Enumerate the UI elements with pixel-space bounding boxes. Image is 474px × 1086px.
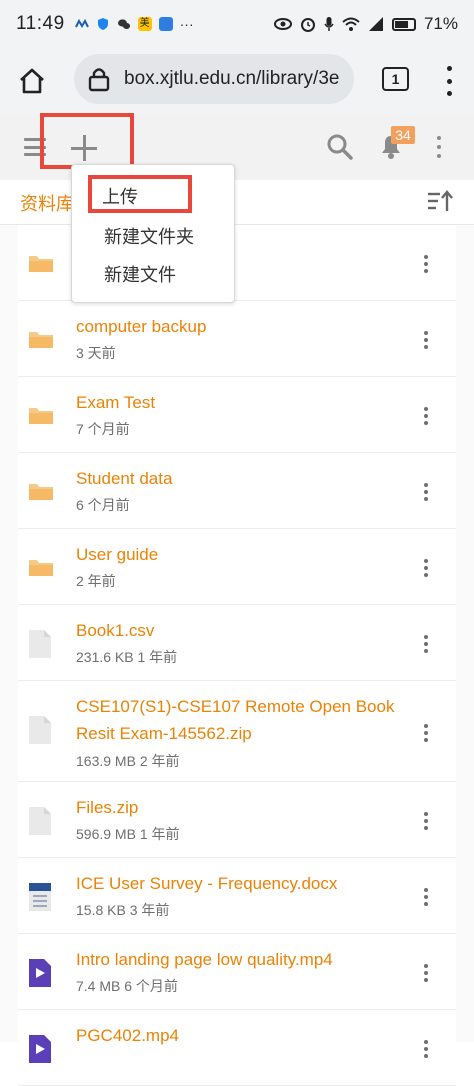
meituan-icon: 美 bbox=[137, 17, 152, 31]
file-meta: 163.9 MB 2 年前 bbox=[76, 753, 180, 769]
browser-toolbar: box.xjtlu.edu.cn/library/3e 1 bbox=[0, 48, 474, 114]
sort-icon[interactable] bbox=[427, 190, 453, 214]
signal-icon bbox=[368, 17, 383, 31]
file-icon bbox=[28, 629, 52, 664]
file-row[interactable]: User guide 2 年前 bbox=[18, 529, 456, 605]
notification-badge: 34 bbox=[391, 126, 415, 144]
wifi-icon bbox=[342, 17, 360, 31]
file-more-icon[interactable] bbox=[423, 331, 429, 349]
wechat-icon bbox=[117, 19, 130, 29]
file-name[interactable]: CSE107(S1)-CSE107 Remote Open Book Resit… bbox=[76, 693, 426, 747]
file-more-icon[interactable] bbox=[423, 888, 429, 906]
alarm-icon bbox=[300, 18, 315, 32]
file-row[interactable]: Intro landing page low quality.mp4 7.4 MB… bbox=[18, 934, 456, 1010]
file-row[interactable]: computer backup 3 天前 bbox=[18, 301, 456, 377]
file-row[interactable]: ICE User Survey - Frequency.docx 15.8 KB … bbox=[18, 858, 456, 934]
shield-icon bbox=[97, 18, 108, 30]
file-meta: 7.4 MB 6 个月前 bbox=[76, 978, 178, 994]
file-name[interactable]: Student data bbox=[76, 465, 426, 492]
more-options-icon[interactable] bbox=[436, 136, 442, 158]
carrier-icon bbox=[74, 18, 89, 28]
file-row[interactable]: Files.zip 596.9 MB 1 年前 bbox=[18, 782, 456, 858]
file-name[interactable]: computer backup bbox=[76, 313, 426, 340]
battery-percent: 71% bbox=[423, 14, 458, 33]
file-icon bbox=[28, 715, 52, 750]
browser-menu-button[interactable] bbox=[445, 66, 453, 96]
file-name[interactable]: PGC402.mp4 bbox=[76, 1022, 426, 1049]
folder-icon bbox=[28, 252, 54, 279]
file-more-icon[interactable] bbox=[423, 407, 429, 425]
more-icon: ··· bbox=[179, 16, 194, 32]
file-name[interactable]: Exam Test bbox=[76, 389, 426, 416]
file-row[interactable]: Exam Test 7 个月前 bbox=[18, 377, 456, 453]
folder-icon bbox=[28, 404, 54, 431]
file-name[interactable]: ICE User Survey - Frequency.docx bbox=[76, 870, 426, 897]
file-row[interactable]: PGC402.mp4 bbox=[18, 1010, 456, 1086]
file-row[interactable]: Student data 6 个月前 bbox=[18, 453, 456, 529]
search-icon[interactable] bbox=[326, 133, 354, 161]
app-icon bbox=[158, 17, 173, 31]
document-icon bbox=[28, 882, 52, 917]
file-more-icon[interactable] bbox=[423, 559, 429, 577]
lock-icon bbox=[88, 68, 110, 92]
file-more-icon[interactable] bbox=[423, 964, 429, 982]
home-icon bbox=[20, 68, 44, 94]
highlight-box-upload bbox=[88, 175, 192, 213]
video-icon bbox=[28, 958, 52, 993]
tab-switcher-button[interactable]: 1 bbox=[382, 67, 409, 91]
file-more-icon[interactable] bbox=[423, 255, 429, 273]
file-name[interactable]: Files.zip bbox=[76, 794, 426, 821]
file-list: computer backup 3 天前 Exam Test 7 个月前 Student… bbox=[0, 225, 474, 1086]
file-meta: 231.6 KB 1 年前 bbox=[76, 649, 178, 665]
file-meta: 6 个月前 bbox=[76, 497, 130, 513]
file-name[interactable]: Intro landing page low quality.mp4 bbox=[76, 946, 426, 973]
video-icon bbox=[28, 1034, 52, 1069]
file-meta: 3 天前 bbox=[76, 345, 116, 361]
status-right: 71% bbox=[273, 14, 458, 34]
file-more-icon[interactable] bbox=[423, 635, 429, 653]
file-meta: 2 年前 bbox=[76, 573, 116, 589]
file-row[interactable]: Book1.csv 231.6 KB 1 年前 bbox=[18, 605, 456, 681]
battery-icon bbox=[391, 17, 416, 31]
file-more-icon[interactable] bbox=[423, 812, 429, 830]
address-bar[interactable]: box.xjtlu.edu.cn/library/3e bbox=[74, 54, 354, 104]
home-button[interactable] bbox=[2, 51, 62, 111]
file-name[interactable]: Book1.csv bbox=[76, 617, 426, 644]
highlight-box-add bbox=[40, 113, 134, 169]
file-row[interactable]: CSE107(S1)-CSE107 Remote Open Book Resit… bbox=[18, 681, 456, 782]
new-folder-menu-item[interactable]: 新建文件夹 bbox=[104, 223, 194, 249]
file-name[interactable]: User guide bbox=[76, 541, 426, 568]
file-icon bbox=[28, 806, 52, 841]
file-more-icon[interactable] bbox=[423, 1040, 429, 1058]
file-meta: 7 个月前 bbox=[76, 421, 130, 437]
mic-icon bbox=[324, 17, 334, 31]
status-time: 11:49 bbox=[16, 13, 65, 34]
file-more-icon[interactable] bbox=[423, 724, 429, 742]
url-text: box.xjtlu.edu.cn/library/3e bbox=[124, 68, 340, 89]
file-meta: 596.9 MB 1 年前 bbox=[76, 826, 180, 842]
folder-icon bbox=[28, 328, 54, 355]
new-file-menu-item[interactable]: 新建文件 bbox=[104, 261, 176, 287]
file-meta: 15.8 KB 3 年前 bbox=[76, 902, 170, 918]
file-more-icon[interactable] bbox=[423, 483, 429, 501]
folder-icon bbox=[28, 480, 54, 507]
breadcrumb[interactable]: 资料库 bbox=[20, 190, 74, 216]
eye-icon bbox=[273, 18, 292, 30]
notification-icons: 美 ··· bbox=[74, 16, 194, 32]
status-bar: 11:49 美 ··· 71% bbox=[0, 0, 474, 48]
folder-icon bbox=[28, 556, 54, 583]
